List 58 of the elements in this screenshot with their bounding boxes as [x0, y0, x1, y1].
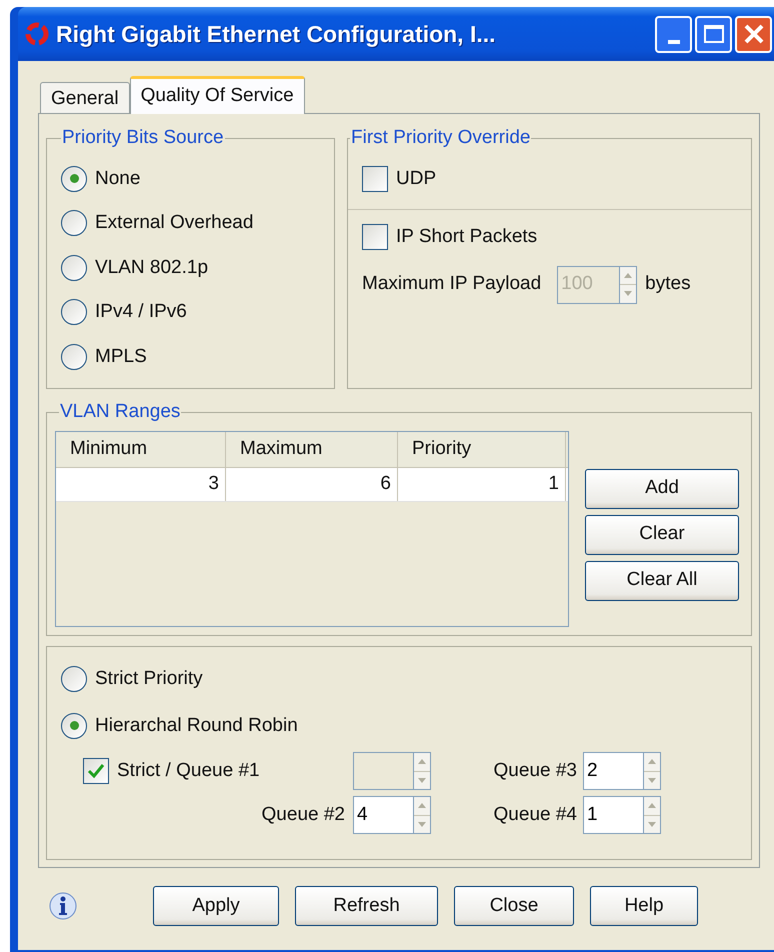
spin-buttons[interactable] — [619, 266, 638, 304]
close-icon — [742, 23, 764, 45]
window-title: Right Gigabit Ethernet Configuration, I... — [56, 20, 496, 49]
option-label: Hierarchal Round Robin — [95, 714, 298, 738]
option-label: External Overhead — [95, 211, 254, 235]
field-label: Queue #4 — [494, 802, 577, 827]
info-icon[interactable] — [48, 891, 78, 921]
radio-button[interactable] — [61, 299, 87, 326]
group-title: VLAN Ranges — [59, 400, 182, 424]
close-button[interactable] — [735, 16, 772, 52]
option-label: VLAN 802.1p — [95, 256, 208, 280]
action-button[interactable]: Clear All — [585, 560, 739, 600]
spin-buttons[interactable] — [643, 752, 661, 790]
radio-button[interactable] — [61, 712, 87, 739]
table-cell: 3 — [56, 468, 226, 500]
minimize-button[interactable] — [655, 16, 692, 52]
radio-button[interactable] — [61, 666, 87, 692]
field-label: Queue #2 — [262, 802, 345, 827]
option-label: IP Short Packets — [396, 225, 538, 249]
spin-buttons[interactable] — [413, 752, 431, 790]
radio-button[interactable] — [61, 166, 87, 192]
option-label: UDP — [396, 166, 436, 190]
table-cell: 1 — [398, 468, 566, 500]
dialog-button[interactable]: Refresh — [295, 886, 438, 926]
field-label: Queue #3 — [494, 758, 577, 783]
number-field[interactable]: 1 — [583, 796, 643, 834]
maximize-button[interactable] — [695, 16, 732, 52]
radio-button[interactable] — [61, 344, 87, 370]
field-label: Maximum IP Payload — [362, 272, 542, 296]
spin-buttons[interactable] — [413, 796, 431, 834]
spin-buttons[interactable] — [643, 796, 661, 834]
number-field[interactable]: 4 — [353, 796, 413, 834]
checkbox[interactable] — [362, 224, 388, 250]
tab[interactable]: General — [40, 82, 130, 115]
group-title: Priority Bits Source — [61, 126, 225, 150]
dialog-button[interactable]: Apply — [153, 886, 279, 926]
check-icon — [87, 763, 105, 779]
checkbox[interactable] — [362, 166, 388, 192]
column-header[interactable]: Maximum — [226, 432, 398, 466]
action-button[interactable]: Add — [585, 468, 739, 508]
option-label: None — [95, 166, 140, 190]
column-header[interactable]: Priority — [398, 432, 566, 466]
action-button[interactable]: Clear — [585, 514, 739, 554]
radio-button[interactable] — [61, 254, 87, 281]
number-field[interactable]: 2 — [583, 752, 643, 790]
dialog-button[interactable]: Close — [454, 886, 574, 926]
option-label: IPv4 / IPv6 — [95, 300, 187, 324]
table-cell: 6 — [226, 468, 398, 500]
unit-label: bytes — [645, 272, 691, 296]
option-label: MPLS — [95, 344, 147, 368]
option-label: Strict / Queue #1 — [117, 758, 260, 783]
radio-button[interactable] — [61, 210, 87, 236]
group-title: First Priority Override — [350, 126, 532, 150]
dialog-button[interactable]: Help — [590, 886, 698, 926]
option-label: Strict Priority — [95, 667, 203, 691]
tab[interactable]: Quality Of Service — [130, 76, 305, 114]
column-header[interactable]: Minimum — [56, 432, 226, 466]
app-logo-icon — [24, 21, 50, 47]
